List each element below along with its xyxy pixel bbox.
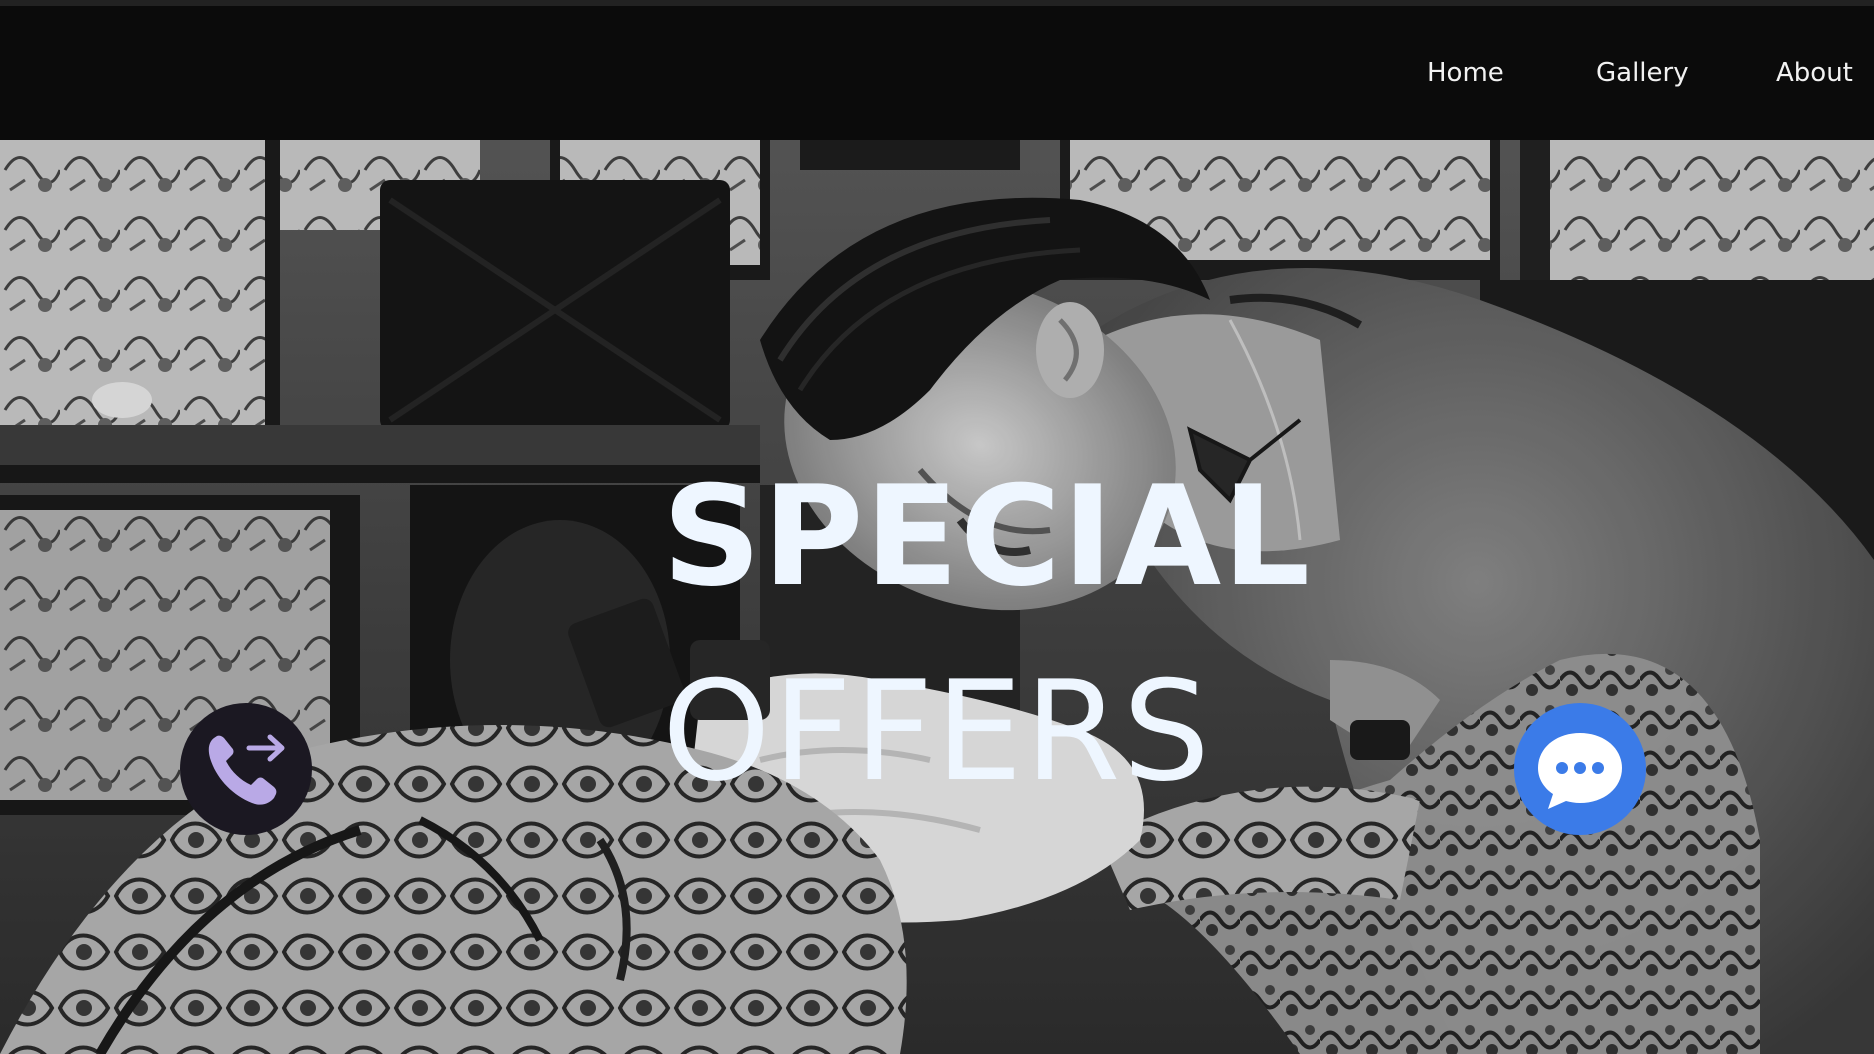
chat-bubble-icon xyxy=(1538,733,1622,809)
nav-link-home[interactable]: Home xyxy=(1427,58,1504,88)
phone-forward-icon xyxy=(208,734,285,805)
nav-link-gallery[interactable]: Gallery xyxy=(1596,58,1689,88)
chat-button[interactable] xyxy=(1514,703,1646,835)
hero-title-special: SPECIAL xyxy=(662,456,1312,617)
call-button[interactable] xyxy=(180,703,312,835)
hero-title-offers: OFFERS xyxy=(662,651,1213,812)
site-header: Home Gallery About xyxy=(0,6,1874,140)
hero-section: SPECIAL OFFERS xyxy=(0,140,1874,1054)
nav-link-about[interactable]: About xyxy=(1776,58,1853,88)
